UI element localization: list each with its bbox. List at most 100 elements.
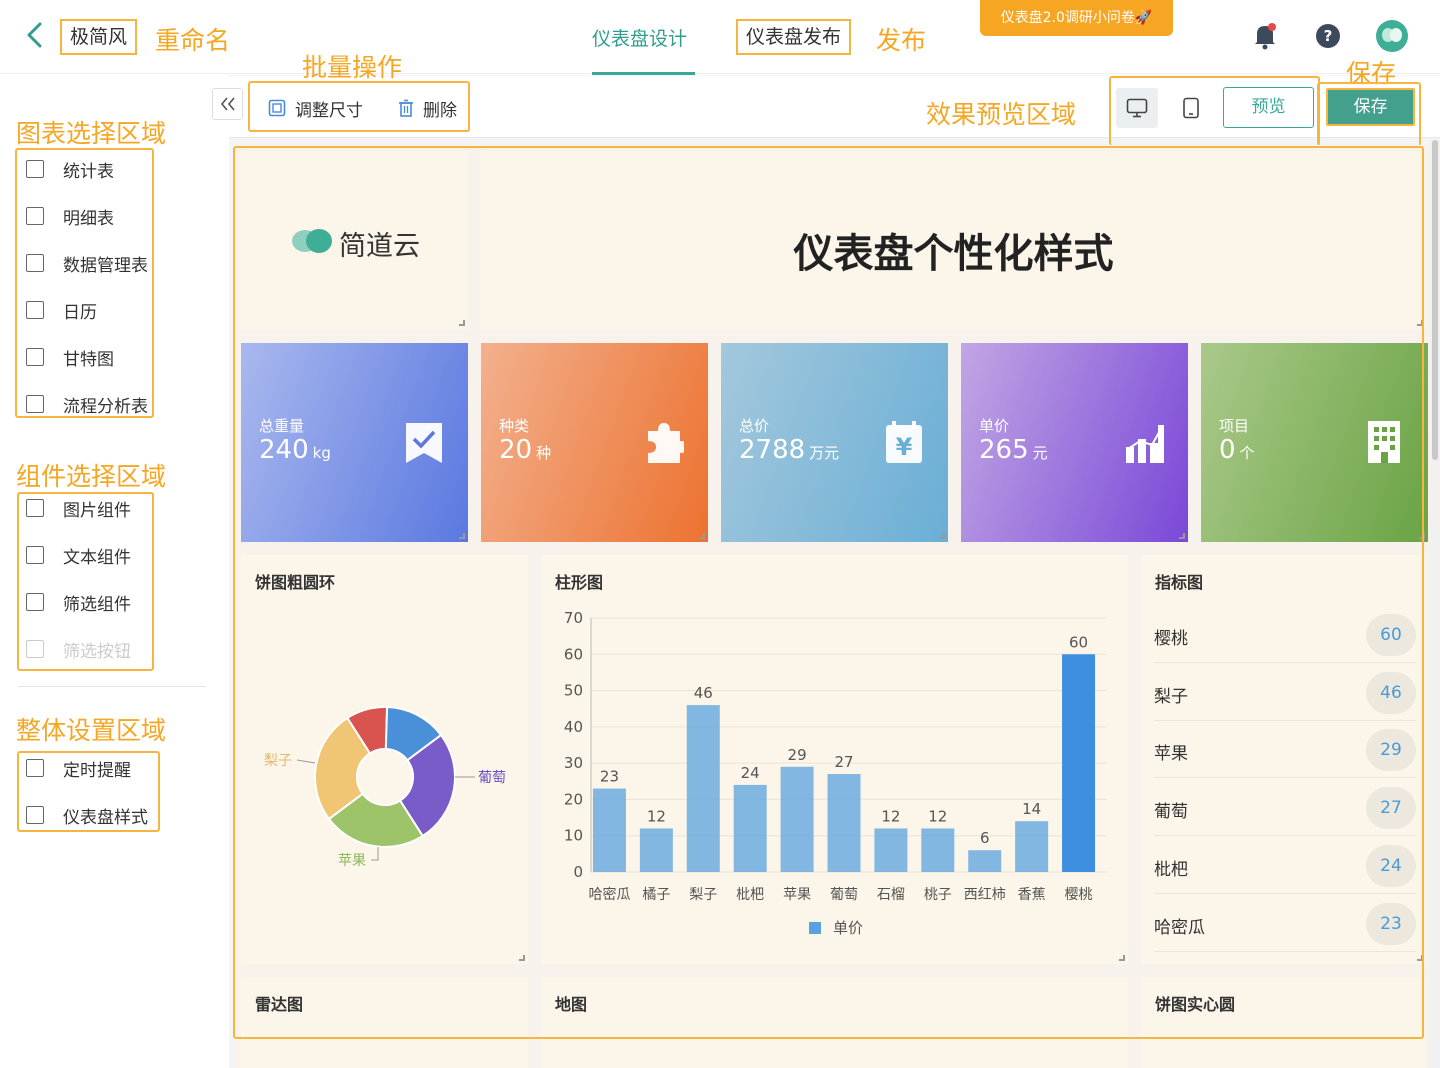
indicator-value-badge: 27 bbox=[1366, 787, 1416, 830]
jiandaoyun-logo-icon bbox=[292, 229, 332, 253]
resize-button[interactable]: 调整尺寸 bbox=[268, 97, 363, 121]
bar bbox=[686, 705, 720, 872]
indicator-row: 梨子 46 bbox=[1154, 664, 1416, 721]
list-item[interactable]: 筛选按钮 bbox=[26, 637, 131, 662]
list-item[interactable]: 文本组件 bbox=[26, 543, 131, 568]
stat-card[interactable]: 总价 2788 万元 ¥ bbox=[721, 343, 948, 542]
bar-chart-card[interactable]: 柱形图 0 10 20 30 40 50 60 70 23 哈密瓜 12 橘子 46 梨子 24 枇杷 29 苹果… bbox=[541, 555, 1128, 964]
data-label: 27 bbox=[834, 753, 853, 771]
bar-chart-icon bbox=[1126, 425, 1164, 463]
item-label: 明细表 bbox=[63, 208, 114, 229]
stat-unit: 种 bbox=[536, 444, 552, 462]
building-icon bbox=[1368, 421, 1400, 463]
label-leader-line bbox=[296, 759, 316, 764]
item-icon bbox=[26, 254, 44, 272]
item-icon bbox=[26, 160, 44, 178]
stat-unit: 万元 bbox=[809, 444, 840, 462]
legend-swatch bbox=[809, 922, 821, 934]
x-tick-label: 桃子 bbox=[924, 887, 952, 903]
data-label: 46 bbox=[694, 684, 713, 702]
desktop-view-button[interactable] bbox=[1116, 88, 1158, 128]
indicator-name: 葡萄 bbox=[1154, 802, 1188, 823]
list-item[interactable]: 定时提醒 bbox=[26, 756, 131, 781]
title-card[interactable]: 仪表盘个性化样式 bbox=[481, 151, 1426, 329]
item-label: 日历 bbox=[63, 302, 97, 323]
stat-card[interactable]: 种类 20 种 bbox=[481, 343, 708, 542]
resize-handle[interactable] bbox=[939, 533, 945, 539]
bell-icon[interactable] bbox=[1252, 22, 1278, 50]
item-icon bbox=[26, 301, 44, 319]
indicator-row: 哈密瓜 23 bbox=[1154, 895, 1416, 952]
list-item[interactable]: 明细表 bbox=[26, 204, 114, 229]
resize-handle[interactable] bbox=[459, 320, 465, 326]
bar bbox=[968, 850, 1002, 872]
resize-handle[interactable] bbox=[1179, 533, 1185, 539]
resize-handle[interactable] bbox=[699, 533, 705, 539]
collapse-panel-button[interactable] bbox=[212, 88, 243, 120]
save-button[interactable]: 保存 bbox=[1326, 88, 1415, 126]
indicator-value-badge: 24 bbox=[1366, 844, 1416, 887]
stat-card[interactable]: 单价 265 元 bbox=[961, 343, 1188, 542]
stat-value: 240 kg bbox=[259, 435, 331, 465]
map-card[interactable]: 地图 bbox=[541, 977, 1128, 1068]
donut-label: 梨子 bbox=[264, 753, 292, 769]
solid-pie-title: 饼图实心圆 bbox=[1155, 995, 1236, 1014]
trash-icon bbox=[399, 99, 413, 117]
rename-annotation: 重命名 bbox=[155, 26, 231, 55]
resize-handle[interactable] bbox=[1119, 955, 1125, 961]
donut-chart-card[interactable]: 饼图粗圆环 梨子 葡萄 苹果 bbox=[241, 555, 528, 964]
stat-label: 总重量 bbox=[259, 417, 305, 435]
resize-icon bbox=[268, 99, 286, 117]
list-item[interactable]: 数据管理表 bbox=[26, 251, 148, 276]
bar bbox=[733, 784, 767, 872]
back-arrow-icon[interactable] bbox=[22, 20, 48, 50]
tab-dashboard-publish[interactable]: 仪表盘发布 bbox=[736, 19, 852, 55]
scrollbar[interactable] bbox=[1430, 140, 1440, 1068]
indicator-row: 葡萄 27 bbox=[1154, 779, 1416, 837]
list-item[interactable]: 日历 bbox=[26, 298, 97, 323]
radar-chart-card[interactable]: 雷达图 bbox=[241, 977, 528, 1068]
indicator-value-badge: 23 bbox=[1366, 902, 1416, 945]
avatar[interactable] bbox=[1376, 20, 1408, 52]
tab-dashboard-design[interactable]: 仪表盘设计 bbox=[592, 24, 687, 51]
list-item[interactable]: 甘特图 bbox=[26, 345, 114, 370]
solid-pie-card[interactable]: 饼图实心圆 bbox=[1141, 977, 1426, 1068]
donut-label: 葡萄 bbox=[478, 770, 506, 786]
scrollbar-thumb[interactable] bbox=[1432, 140, 1438, 460]
bar bbox=[874, 828, 908, 872]
indicator-row: 枇杷 24 bbox=[1154, 837, 1416, 894]
item-icon bbox=[26, 395, 44, 413]
x-tick-label: 葡萄 bbox=[830, 887, 858, 903]
mobile-view-button[interactable] bbox=[1170, 88, 1212, 128]
list-item[interactable]: 图片组件 bbox=[26, 496, 131, 521]
item-icon bbox=[26, 348, 44, 366]
double-chevron-left-icon bbox=[220, 97, 235, 111]
preview-button[interactable]: 预览 bbox=[1223, 87, 1314, 128]
help-icon[interactable]: ? bbox=[1316, 24, 1340, 48]
svg-text:?: ? bbox=[1324, 27, 1333, 45]
survey-button[interactable]: 仪表盘2.0调研小问卷🚀 bbox=[980, 0, 1173, 36]
batch-annotation: 批量操作 bbox=[302, 53, 403, 82]
list-item[interactable]: 筛选组件 bbox=[26, 590, 131, 615]
logo-card[interactable]: 简道云 bbox=[241, 151, 468, 329]
label-leader-line bbox=[371, 847, 379, 861]
delete-button[interactable]: 删除 bbox=[398, 97, 457, 121]
y-tick-label: 0 bbox=[573, 863, 583, 881]
resize-handle[interactable] bbox=[1417, 955, 1423, 961]
data-label: 29 bbox=[788, 746, 807, 764]
dashboard-title: 仪表盘个性化样式 bbox=[793, 231, 1114, 277]
list-item[interactable]: 统计表 bbox=[26, 157, 114, 182]
indicator-name: 枇杷 bbox=[1154, 859, 1188, 880]
resize-handle[interactable] bbox=[1417, 320, 1423, 326]
resize-handle[interactable] bbox=[459, 533, 465, 539]
bar bbox=[780, 766, 814, 872]
stat-card[interactable]: 总重量 240 kg bbox=[241, 343, 468, 542]
item-label: 文本组件 bbox=[63, 547, 131, 568]
resize-handle[interactable] bbox=[1419, 533, 1425, 539]
dashboard-name-field[interactable]: 极简风 bbox=[60, 19, 138, 55]
stat-unit: 元 bbox=[1032, 444, 1048, 462]
list-item[interactable]: 仪表盘样式 bbox=[26, 803, 148, 828]
list-item[interactable]: 流程分析表 bbox=[26, 392, 148, 417]
resize-handle[interactable] bbox=[519, 955, 525, 961]
stat-card[interactable]: 项目 0 个 bbox=[1201, 343, 1428, 542]
